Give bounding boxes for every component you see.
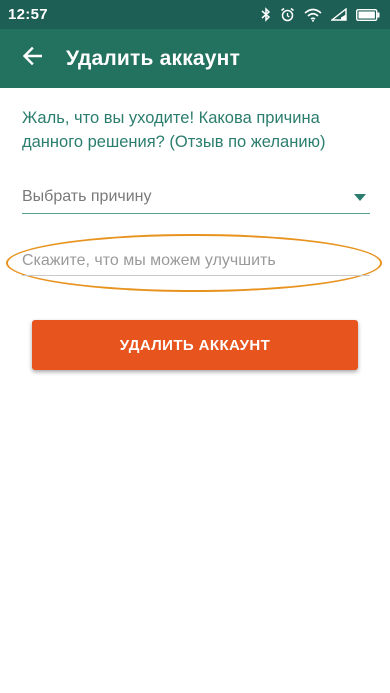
status-bar: 12:57 — [0, 0, 390, 29]
reason-dropdown[interactable]: Выбрать причину — [22, 180, 370, 214]
dropdown-arrow-icon — [354, 188, 366, 206]
status-icons — [261, 7, 380, 22]
reason-dropdown-value: Выбрать причину — [22, 187, 152, 205]
back-button[interactable] — [0, 29, 64, 88]
delete-account-button[interactable]: УДАЛИТЬ АККАУНТ — [32, 320, 358, 370]
arrow-back-icon — [22, 46, 43, 71]
feedback-input[interactable] — [22, 246, 370, 276]
leave-reason-prompt: Жаль, что вы уходите! Какова причина дан… — [22, 109, 326, 151]
status-time: 12:57 — [8, 6, 48, 23]
battery-icon — [356, 8, 380, 21]
page-title: Удалить аккаунт — [66, 46, 241, 70]
wifi-icon — [304, 8, 322, 22]
alarm-icon — [280, 7, 295, 22]
bluetooth-icon — [261, 7, 271, 22]
signal-icon — [331, 8, 347, 21]
app-bar: Удалить аккаунт — [0, 29, 390, 88]
